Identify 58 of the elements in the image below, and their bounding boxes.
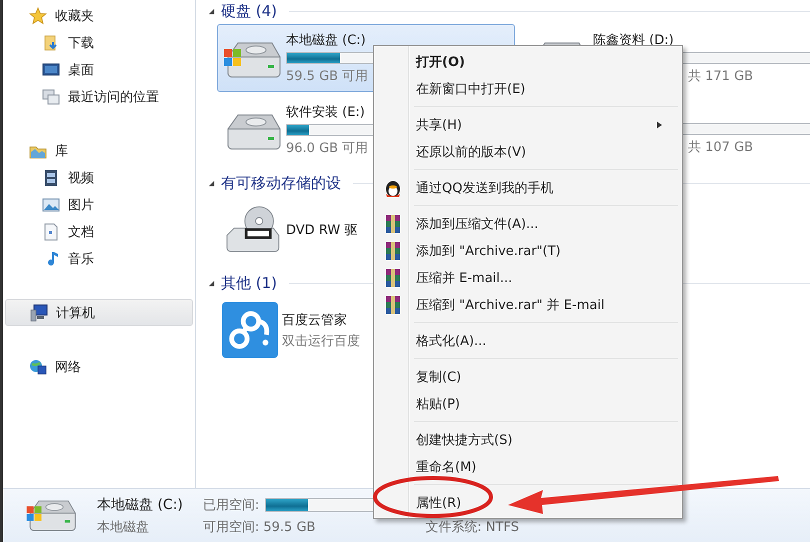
network-icon xyxy=(29,358,47,376)
computer-icon xyxy=(30,304,48,322)
drive-name: 陈鑫资料 (D:) xyxy=(593,32,674,49)
picture-icon xyxy=(42,196,60,214)
free-space-text: 可用空间: 59.5 GB xyxy=(202,518,316,536)
collapse-triangle-icon[interactable] xyxy=(208,280,215,286)
menu-item[interactable]: 属性(R) xyxy=(376,489,680,516)
nav-item[interactable]: 文档 xyxy=(5,218,193,245)
used-space-label: 已用空间: xyxy=(202,496,260,514)
menu-item[interactable]: 创建快捷方式(S) xyxy=(376,426,680,453)
nav-item[interactable]: 计算机 xyxy=(5,299,193,326)
books-stack-icon xyxy=(384,294,402,314)
drive-name: 软件安装 (E:) xyxy=(286,104,365,121)
nav-item[interactable]: 网络 xyxy=(5,353,193,380)
nav-item[interactable]: 音乐 xyxy=(5,245,193,272)
drive-name: 本地磁盘 (C:) xyxy=(286,32,366,49)
free-space-text: 96.0 GB 可用 xyxy=(286,140,368,157)
collapse-triangle-icon[interactable] xyxy=(208,180,215,186)
menu-item[interactable]: 粘贴(P) xyxy=(376,390,680,417)
group-header: 有可移动存储的设 xyxy=(221,174,341,192)
group-header: 硬盘 (4) xyxy=(221,2,278,20)
cloud-app-icon xyxy=(222,302,278,358)
app-description: 双击运行百度 xyxy=(282,332,360,350)
books-stack-icon xyxy=(384,214,402,234)
desktop-icon xyxy=(42,60,60,78)
drive-name: 百度云管家 xyxy=(282,312,347,328)
file-system-text: 文件系统: NTFS xyxy=(425,519,519,536)
menu-item[interactable]: 重命名(M) xyxy=(376,453,680,480)
nav-item[interactable]: 下载 xyxy=(5,29,193,56)
books-stack-icon xyxy=(384,240,402,260)
menu-item[interactable]: 格式化(A)... xyxy=(376,327,680,354)
nav-item[interactable]: 桌面 xyxy=(5,56,193,83)
nav-item[interactable]: 图片 xyxy=(5,191,193,218)
menu-item[interactable]: 添加到 "Archive.rar"(T) xyxy=(376,237,680,264)
nav-item[interactable]: 库 xyxy=(5,137,193,164)
free-space-text: 59.5 GB 可用 xyxy=(286,68,368,85)
menu-item[interactable]: 还原以前的版本(V) xyxy=(376,138,680,165)
nav-item[interactable]: 收藏夹 xyxy=(5,2,193,29)
drive-name: DVD RW 驱 xyxy=(286,222,358,239)
drive-type: 本地磁盘 xyxy=(97,518,150,536)
menu-item[interactable]: 复制(C) xyxy=(376,363,680,390)
menu-item[interactable]: 压缩并 E-mail... xyxy=(376,264,680,291)
nav-item[interactable]: 最近访问的位置 xyxy=(5,83,193,110)
drive-name: 本地磁盘 (C:) xyxy=(97,496,183,514)
document-icon xyxy=(42,222,60,240)
total-size-text: 共 171 GB xyxy=(688,68,754,85)
group-header: 其他 (1) xyxy=(221,274,278,292)
books-stack-icon xyxy=(384,268,402,288)
collapse-triangle-icon[interactable] xyxy=(208,8,215,14)
total-size-text: 共 107 GB xyxy=(688,139,754,156)
menu-item[interactable]: 压缩到 "Archive.rar" 并 E-mail xyxy=(376,291,680,318)
menu-item[interactable]: 共享(H) xyxy=(376,111,680,138)
menu-item[interactable]: 添加到压缩文件(A)... xyxy=(376,210,680,237)
nav-item[interactable]: 视频 xyxy=(5,164,193,191)
menu-item[interactable]: 通过QQ发送到我的手机 xyxy=(376,174,680,201)
video-icon xyxy=(42,168,60,186)
star-icon xyxy=(29,6,47,24)
recent-places-icon xyxy=(42,88,60,106)
